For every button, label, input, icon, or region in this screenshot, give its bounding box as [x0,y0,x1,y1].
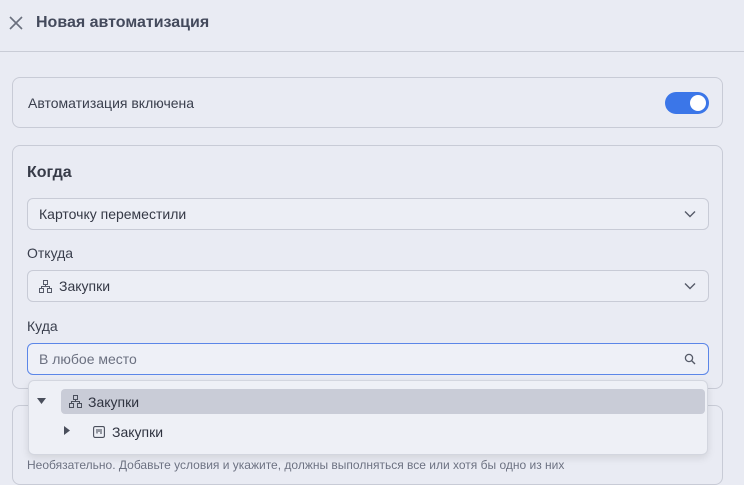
hierarchy-icon [39,279,52,293]
hierarchy-icon [69,395,82,408]
enable-automation-label: Автоматизация включена [28,95,195,111]
close-icon [9,16,23,30]
to-search-input[interactable] [28,344,668,374]
page-title: Новая автоматизация [36,14,210,31]
trigger-select[interactable]: Карточку переместили [27,198,709,230]
toggle-knob [690,95,706,111]
chevron-down-icon [684,211,696,218]
tree-item-label: Закупки [88,393,140,410]
tree-item-group[interactable]: Закупки [61,389,705,414]
from-label: Откуда [27,245,74,261]
tree-item-label: Закупки [112,423,164,440]
trigger-select-value: Карточку переместили [39,206,187,222]
from-select[interactable]: Закупки [27,270,709,302]
caret-down-icon[interactable] [37,398,46,404]
enable-automation-card: Автоматизация включена [12,77,723,128]
search-icon [684,353,696,365]
to-search-field[interactable] [27,343,709,375]
close-button[interactable] [6,13,26,33]
location-dropdown: Закупки Закупки [28,380,708,455]
header: Новая автоматизация [0,0,744,52]
chevron-down-icon [684,283,696,290]
from-select-value: Закупки [59,278,111,294]
conditions-hint: Необязательно. Добавьте условия и укажит… [27,458,565,472]
to-label: Куда [27,318,58,334]
board-icon [93,425,105,438]
tree-item-board[interactable]: Закупки [61,419,705,444]
enable-automation-toggle[interactable] [665,92,709,114]
when-section-title: Когда [27,164,72,181]
